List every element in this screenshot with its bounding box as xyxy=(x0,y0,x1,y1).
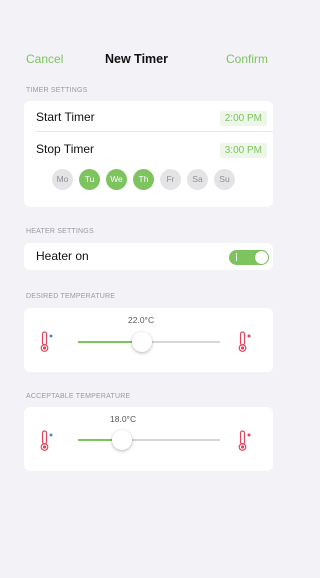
acceptable-temperature-track[interactable] xyxy=(122,439,220,441)
desired-temperature-track[interactable] xyxy=(141,341,220,343)
confirm-button[interactable]: Confirm xyxy=(226,52,268,66)
timer-settings-header: TIMER SETTINGS xyxy=(26,87,88,94)
heater-settings-header: HEATER SETTINGS xyxy=(26,228,94,235)
nav-bar: New Timer Cancel Confirm xyxy=(0,52,273,70)
acceptable-temperature-value: 18.0°C xyxy=(110,414,137,424)
desired-temperature-header: DESIRED TEMPERATURE xyxy=(26,293,116,300)
desired-temperature-value: 22.0°C xyxy=(128,315,155,325)
stop-timer-label: Stop Timer xyxy=(36,142,95,156)
start-timer-row[interactable]: Start Timer 2:00 PM xyxy=(24,104,273,132)
weekday-tu[interactable]: Tu xyxy=(79,169,100,190)
desired-temperature-card: 22.0°C xyxy=(24,308,273,372)
weekday-selector: Mo Tu We Th Fr Sa Su xyxy=(52,169,262,191)
weekday-mo[interactable]: Mo xyxy=(52,169,73,190)
heater-on-label: Heater on xyxy=(36,249,89,263)
weekday-th[interactable]: Th xyxy=(133,169,154,190)
weekday-su[interactable]: Su xyxy=(214,169,235,190)
heater-toggle[interactable] xyxy=(229,250,269,265)
weekday-fr[interactable]: Fr xyxy=(160,169,181,190)
acceptable-temperature-header: ACCEPTABLE TEMPERATURE xyxy=(26,393,131,400)
heater-settings-card: Heater on xyxy=(24,243,273,270)
start-timer-label: Start Timer xyxy=(36,110,95,124)
start-time-value[interactable]: 2:00 PM xyxy=(219,111,267,126)
weekday-we[interactable]: We xyxy=(106,169,127,190)
toggle-on-mark xyxy=(236,253,237,261)
acceptable-temperature-card: 18.0°C xyxy=(24,407,273,471)
thermometer-cold-icon xyxy=(40,430,53,451)
weekday-sa[interactable]: Sa xyxy=(187,169,208,190)
desired-temperature-slider-thumb[interactable] xyxy=(131,332,152,352)
toggle-knob[interactable] xyxy=(255,251,268,264)
timer-settings-card: Start Timer 2:00 PM Stop Timer 3:00 PM M… xyxy=(24,101,273,207)
thermometer-cold-icon xyxy=(40,331,53,352)
cancel-button[interactable]: Cancel xyxy=(26,52,63,66)
thermometer-hot-icon xyxy=(238,331,251,352)
thermometer-hot-icon xyxy=(238,430,251,451)
acceptable-temperature-slider-thumb[interactable] xyxy=(112,430,133,450)
stop-time-value[interactable]: 3:00 PM xyxy=(219,143,267,158)
stop-timer-row[interactable]: Stop Timer 3:00 PM xyxy=(24,136,273,164)
row-divider xyxy=(36,131,273,132)
